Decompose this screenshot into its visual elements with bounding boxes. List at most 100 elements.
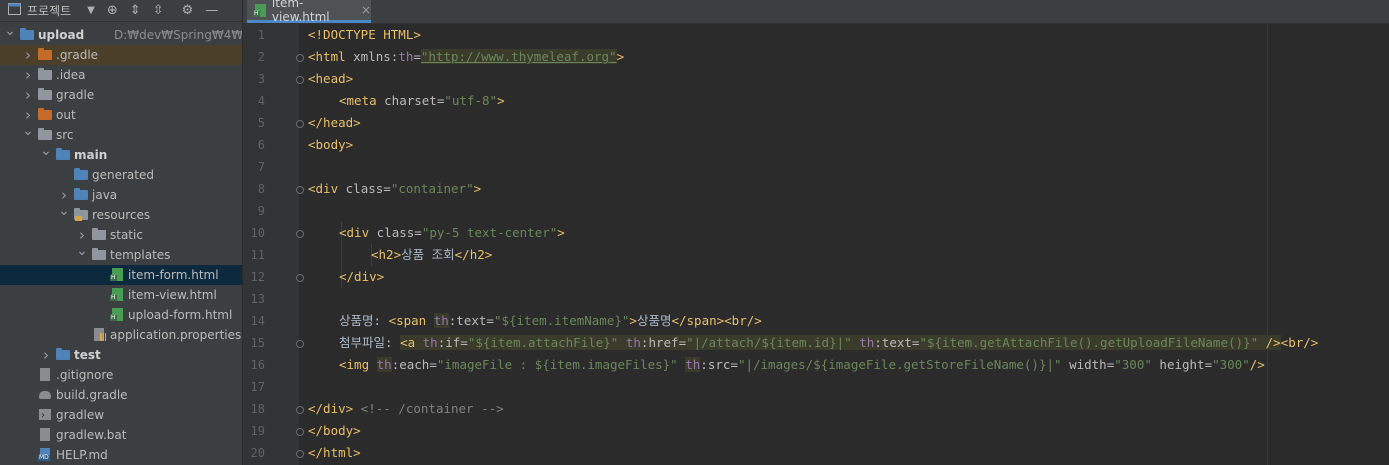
tree-item-label: build.gradle	[56, 388, 128, 402]
tree-item[interactable]: › test	[0, 345, 242, 365]
tree-item-label: generated	[92, 168, 154, 182]
code-line-8: <div class="container">	[308, 181, 482, 196]
folder-orange-icon	[38, 108, 52, 121]
fold-marker-icon[interactable]	[296, 186, 304, 194]
line-number: 8	[257, 182, 265, 196]
chevron-down-icon[interactable]: ⌄	[22, 121, 34, 141]
line-number: 2	[257, 50, 265, 64]
tree-item[interactable]: .gitignore	[0, 365, 242, 385]
chevron-down-icon[interactable]: ⌄	[76, 241, 88, 261]
code-line-12: </div>	[339, 269, 385, 284]
chevron-down-icon[interactable]: ⌄	[40, 141, 52, 161]
line-number: 20	[250, 446, 265, 460]
fold-marker-icon[interactable]	[296, 428, 304, 436]
chevron-right-icon[interactable]: ›	[22, 45, 34, 65]
tree-item[interactable]: Hupload-form.html	[0, 305, 242, 325]
tree-item[interactable]: ⌄ upload D:₩dev₩Spring₩4₩workspac	[0, 23, 242, 45]
tree-item-label: item-form.html	[128, 268, 219, 282]
tree-item[interactable]: MD HELP.md	[0, 445, 242, 465]
tree-item[interactable]: › out	[0, 105, 242, 125]
tree-item-label: application.properties	[110, 328, 242, 342]
folder-icon	[92, 228, 106, 241]
tab-label: item-view.html	[271, 0, 330, 24]
line-number-gutter: 1 2 3 4 5 6 7 8 9 10 11 12 13 14 15 16 17 18 19 20	[243, 24, 304, 465]
resources-folder-icon	[74, 208, 88, 221]
text-file-icon	[38, 428, 52, 441]
tree-item[interactable]: build.gradle	[0, 385, 242, 405]
code-line-2: <html xmlns:th="http://www.thymeleaf.org…	[308, 49, 625, 64]
line-number: 1	[257, 28, 265, 42]
generated-folder-icon	[74, 168, 88, 181]
fold-marker-icon[interactable]	[296, 230, 304, 238]
code-line-5: </head>	[308, 115, 361, 130]
tree-item[interactable]: › gradlew	[0, 405, 242, 425]
gear-icon[interactable]: ⚙	[182, 3, 194, 18]
tree-item[interactable]: application.properties	[0, 325, 242, 345]
fold-marker-icon[interactable]	[296, 54, 304, 62]
collapse-all-icon[interactable]: ⇳	[153, 3, 164, 18]
tree-item[interactable]: ⌄ src	[0, 123, 242, 145]
fold-marker-icon[interactable]	[296, 120, 304, 128]
tree-item[interactable]: › static	[0, 225, 242, 245]
code-line-14: 상품명: <span th:text="${item.itemName}">상품…	[339, 313, 762, 328]
fold-marker-icon[interactable]	[296, 274, 304, 282]
chevron-right-icon[interactable]: ›	[22, 65, 34, 85]
code-line-4: <meta charset="utf-8">	[339, 93, 505, 108]
tree-item-label: src	[56, 128, 74, 142]
line-number: 14	[250, 314, 265, 328]
code-line-16: <img th:each="imageFile : ${item.imageFi…	[339, 357, 1265, 372]
project-view-title[interactable]: 프로젝트	[27, 2, 71, 19]
tree-item-label: templates	[110, 248, 171, 262]
fold-marker-icon[interactable]	[296, 450, 304, 458]
code-line-15: 첨부파일: <a th:if="${item.attachFile}" th:h…	[339, 335, 1319, 350]
tree-item[interactable]: › .idea	[0, 65, 242, 85]
editor-tab-bar: H item-view.html ×	[243, 0, 1389, 24]
hide-panel-icon[interactable]: —	[205, 3, 218, 18]
chevron-right-icon[interactable]: ›	[40, 345, 52, 365]
locate-icon[interactable]: ⊕	[107, 3, 118, 18]
tree-item-label: test	[74, 348, 101, 362]
editor-tab-item-view[interactable]: H item-view.html ×	[247, 0, 371, 24]
tree-item-label: upload	[38, 28, 85, 42]
script-file-icon: ›	[38, 408, 52, 421]
code-line-20: </html>	[308, 445, 361, 460]
source-folder-icon	[74, 188, 88, 201]
tree-item-label: item-view.html	[128, 288, 217, 302]
tree-item-label: .idea	[56, 68, 86, 82]
chevron-down-icon[interactable]: ⌄	[4, 21, 16, 41]
tree-item[interactable]: generated	[0, 165, 242, 185]
tree-item[interactable]: Hitem-form.html	[0, 265, 242, 285]
tree-item[interactable]: Hitem-view.html	[0, 285, 242, 305]
folder-icon	[38, 88, 52, 101]
tree-item[interactable]: › gradle	[0, 85, 242, 105]
tree-item-label: .gitignore	[56, 368, 114, 382]
project-view-icon[interactable]	[7, 2, 21, 19]
tree-item[interactable]: ⌄ templates	[0, 243, 242, 265]
code-line-11: <h2>상품 조회</h2>	[371, 247, 493, 262]
line-number: 17	[250, 380, 265, 394]
expand-all-icon[interactable]: ⇕	[130, 3, 141, 18]
fold-marker-icon[interactable]	[296, 76, 304, 84]
tree-item-label: upload-form.html	[128, 308, 233, 322]
editor-area: H item-view.html × 1 2 3 4 5 6 7 8 9 10 11 12 13 14 15…	[243, 0, 1389, 465]
close-icon[interactable]: ×	[361, 3, 371, 17]
tree-item[interactable]: ⌄ resources	[0, 203, 242, 225]
html-file-icon: H	[253, 3, 266, 17]
tree-item[interactable]: › java	[0, 185, 242, 205]
chevron-down-icon[interactable]: ▼	[87, 5, 95, 16]
tree-item[interactable]: ⌄ main	[0, 143, 242, 165]
tree-item[interactable]: gradlew.bat	[0, 425, 242, 445]
tree-item-label: out	[56, 108, 76, 122]
code-line-10: <div class="py-5 text-center">	[339, 225, 565, 240]
project-tree: ⌄uploadD:₩dev₩Spring₩4₩workspac›.gradle›…	[0, 23, 242, 465]
line-number: 7	[257, 160, 265, 174]
fold-marker-icon[interactable]	[296, 340, 304, 348]
tree-item[interactable]: › .gradle	[0, 45, 242, 65]
code-editor[interactable]: <!DOCTYPE HTML> <html xmlns:th="http://w…	[308, 24, 1389, 465]
chevron-right-icon[interactable]: ›	[22, 85, 34, 105]
line-number: 11	[250, 248, 265, 262]
chevron-down-icon[interactable]: ⌄	[58, 201, 70, 221]
fold-marker-icon[interactable]	[296, 406, 304, 414]
line-number: 3	[257, 72, 265, 86]
project-path: D:₩dev₩Spring₩4₩workspac	[114, 28, 242, 42]
